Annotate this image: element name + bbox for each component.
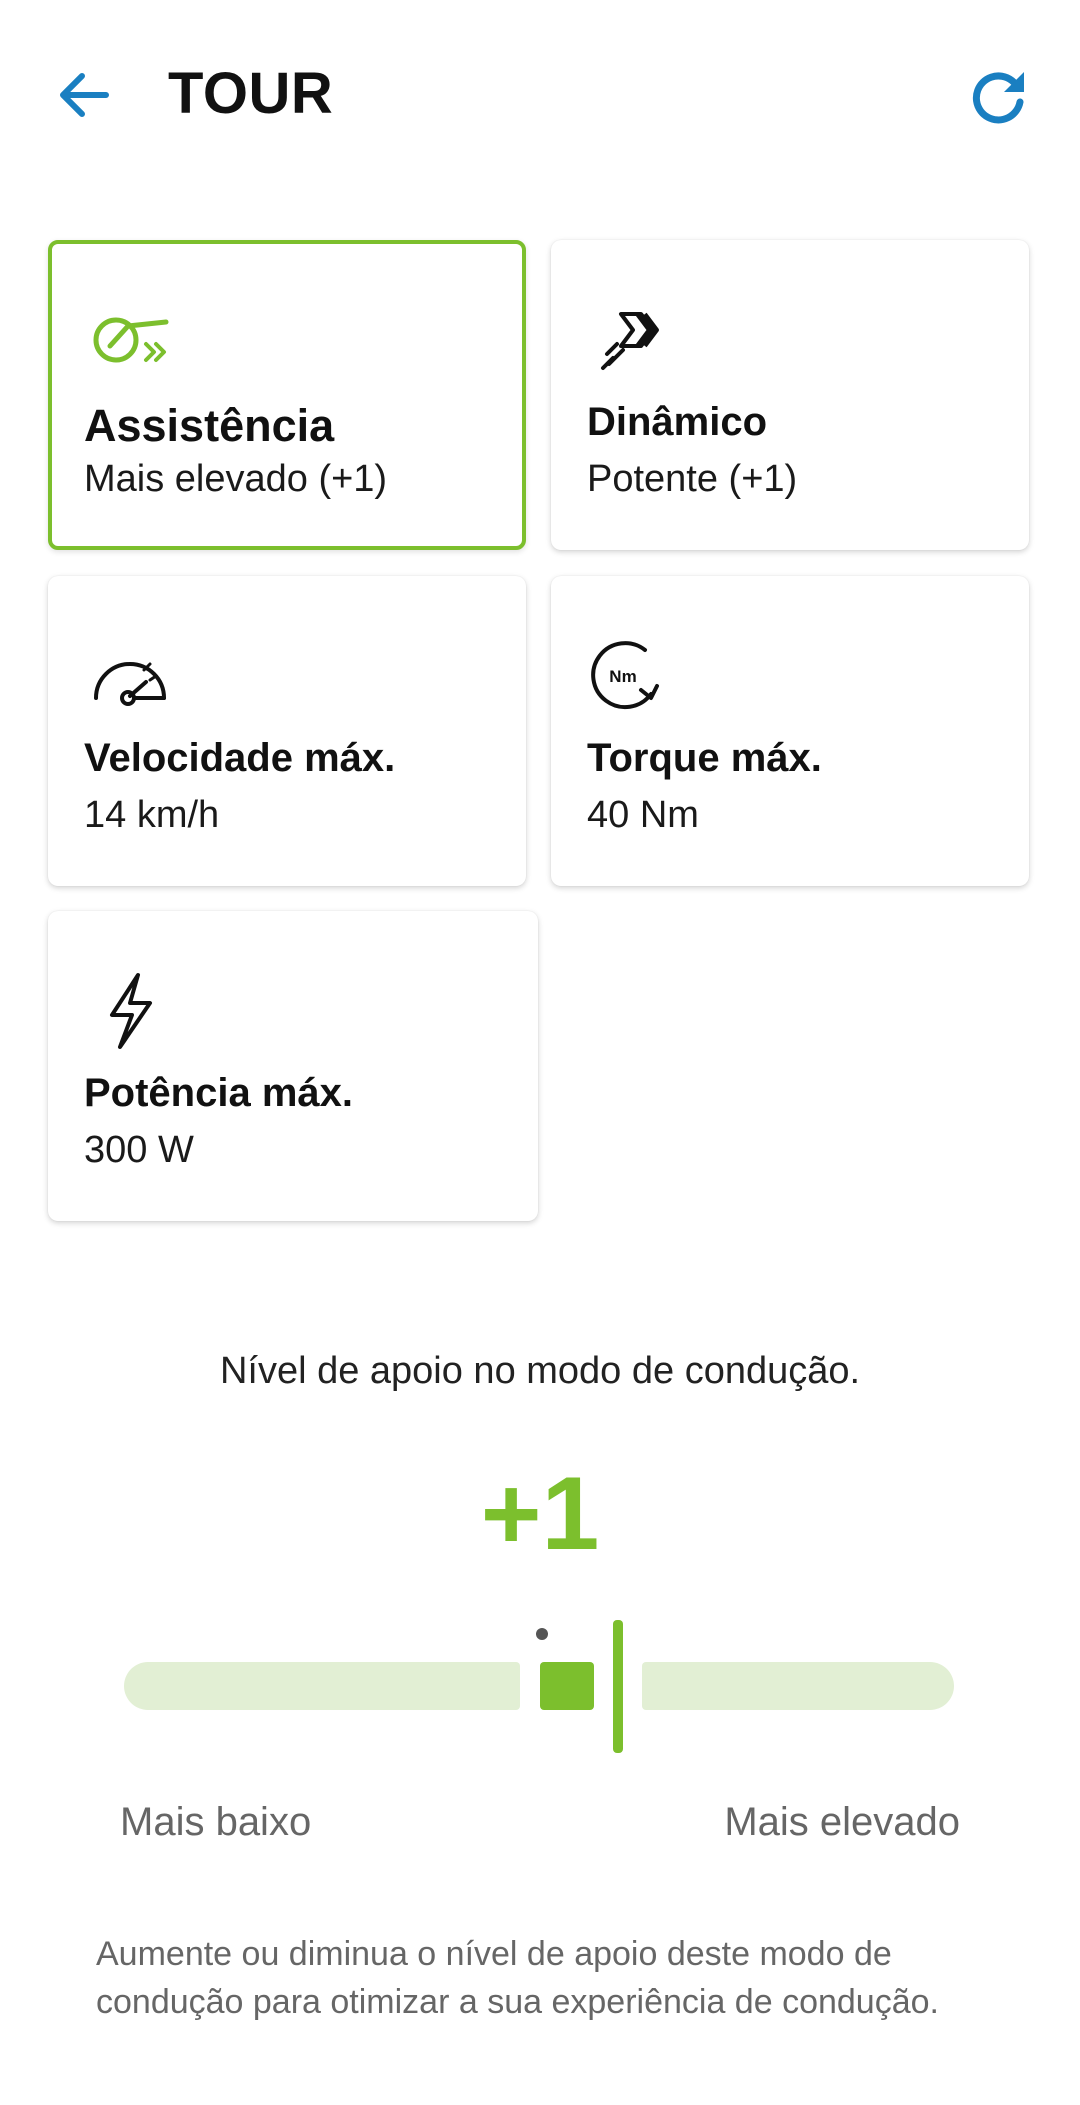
refresh-icon [972, 72, 1024, 124]
speedometer-icon [84, 636, 174, 716]
support-level-value: +1 [480, 1456, 600, 1572]
pedal-assist-icon [84, 300, 174, 380]
current-level-marker [613, 1620, 623, 1753]
scale-high-label: Mais elevado [724, 1800, 960, 1844]
arrow-left-icon [60, 73, 109, 117]
lightning-icon [84, 971, 174, 1051]
card-max-torque[interactable]: Nm Torque máx. 40 Nm [551, 576, 1029, 886]
card-label: Assistência [84, 400, 335, 451]
card-max-speed[interactable]: Velocidade máx. 14 km/h [48, 576, 526, 886]
card-dynamic[interactable]: Dinâmico Potente (+1) [551, 240, 1029, 550]
card-assistance[interactable]: Assistência Mais elevado (+1) [48, 240, 526, 550]
dynamic-arrows-icon [587, 300, 677, 380]
support-level-description: Nível de apoio no modo de condução. [219, 1350, 861, 1392]
card-value: 300 W [84, 1129, 194, 1171]
help-text: Aumente ou diminua o nível de apoio dest… [96, 1935, 939, 2021]
card-label: Velocidade máx. [84, 736, 396, 780]
scale-low-label: Mais baixo [120, 1800, 312, 1844]
back-button[interactable] [52, 62, 118, 128]
default-position-dot [536, 1628, 548, 1640]
torque-nm-icon: Nm [587, 636, 677, 716]
support-level-slider[interactable] [124, 1620, 954, 1753]
card-label: Dinâmico [587, 400, 768, 444]
reset-button[interactable] [966, 62, 1032, 128]
card-value: Mais elevado (+1) [84, 458, 388, 500]
slider-track-right[interactable] [642, 1662, 954, 1710]
card-max-power[interactable]: Potência máx. 300 W [48, 911, 538, 1221]
card-label: Torque máx. [587, 736, 822, 780]
card-value: 40 Nm [587, 794, 699, 836]
card-label: Potência máx. [84, 1071, 354, 1115]
card-value: Potente (+1) [587, 458, 798, 500]
card-value: 14 km/h [84, 794, 220, 836]
slider-track-left[interactable] [124, 1662, 520, 1710]
app-header: TOUR [0, 0, 1080, 190]
slider-thumb[interactable] [540, 1662, 594, 1710]
page-title: TOUR [168, 61, 334, 126]
torque-icon-text: Nm [609, 667, 636, 686]
